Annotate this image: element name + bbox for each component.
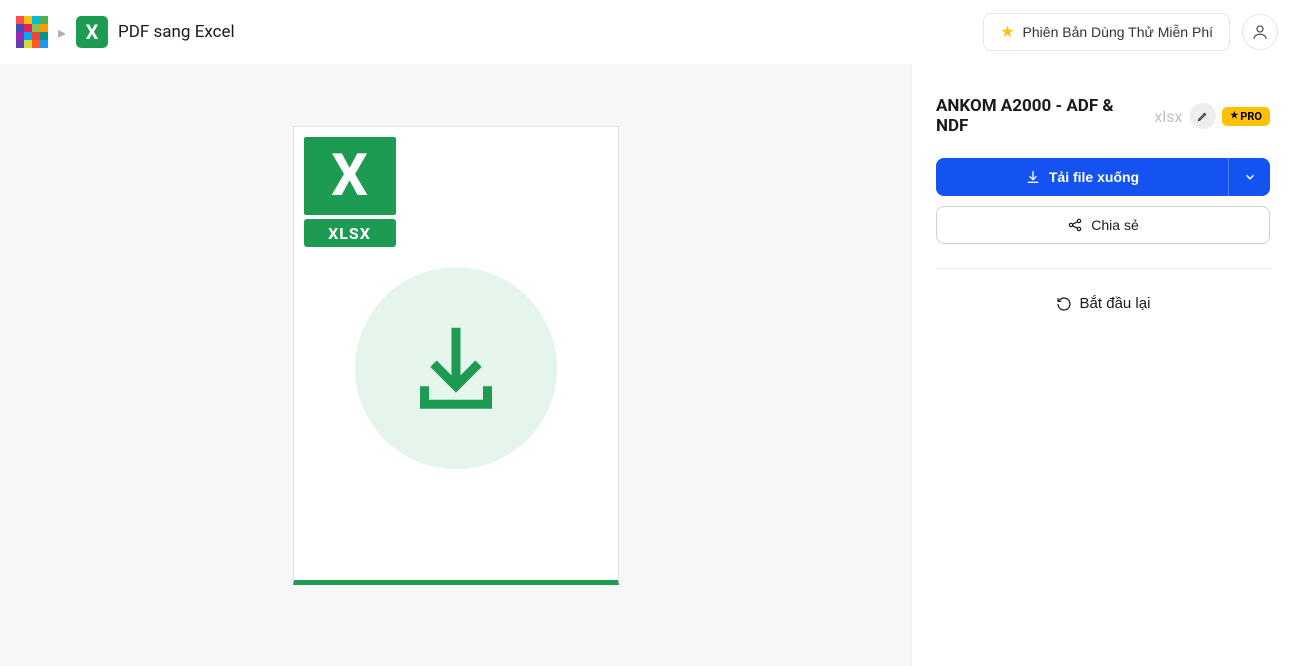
restart-label: Bắt đầu lại: [1080, 295, 1151, 312]
file-preview-card: X XLSX: [293, 126, 619, 585]
pencil-icon: [1197, 110, 1209, 122]
restart-icon: [1056, 296, 1072, 312]
chevron-down-icon: [1243, 170, 1257, 184]
download-button-group: Tải file xuống: [936, 158, 1270, 196]
trial-button[interactable]: ★ Phiên Bản Dùng Thử Miễn Phí: [983, 13, 1230, 51]
trial-label: Phiên Bản Dùng Thử Miễn Phí: [1023, 24, 1213, 40]
excel-large-icon: X: [304, 137, 396, 215]
header-right: ★ Phiên Bản Dùng Thử Miễn Phí: [983, 13, 1278, 51]
download-preview-button[interactable]: [355, 268, 557, 470]
preview-area: X XLSX: [0, 64, 912, 666]
excel-icon-letter: X: [86, 20, 99, 44]
download-large-icon: [402, 315, 510, 423]
file-name: ANKOM A2000 - ADF & NDF: [936, 96, 1148, 136]
divider: [936, 268, 1270, 269]
page-title: PDF sang Excel: [118, 22, 235, 42]
main: X XLSX ANKOM A2000 - ADF & NDF xlsx PRO: [0, 64, 1294, 666]
download-dropdown-button[interactable]: [1228, 158, 1270, 196]
download-label: Tải file xuống: [1049, 169, 1139, 185]
pro-label: PRO: [1240, 110, 1262, 123]
excel-icon: X: [76, 16, 108, 48]
header: ▸ X PDF sang Excel ★ Phiên Bản Dùng Thử …: [0, 0, 1294, 64]
header-left: ▸ X PDF sang Excel: [16, 16, 235, 48]
user-icon: [1251, 23, 1269, 41]
app-logo[interactable]: [16, 16, 48, 48]
sidebar: ANKOM A2000 - ADF & NDF xlsx PRO Tải fil…: [912, 64, 1294, 666]
rename-button[interactable]: [1190, 103, 1216, 129]
share-icon: [1067, 217, 1083, 233]
star-icon: ★: [1000, 22, 1014, 42]
excel-large-letter: X: [331, 142, 368, 210]
share-label: Chia sẻ: [1091, 217, 1138, 233]
chevron-right-icon: ▸: [58, 23, 66, 42]
format-badge: XLSX: [304, 219, 396, 247]
download-icon: [1025, 169, 1041, 185]
restart-button[interactable]: Bắt đầu lại: [936, 295, 1270, 312]
format-badge-label: XLSX: [328, 224, 371, 243]
pro-badge: PRO: [1222, 107, 1270, 126]
file-extension: xlsx: [1154, 107, 1182, 126]
download-button[interactable]: Tải file xuống: [936, 158, 1228, 196]
file-row: ANKOM A2000 - ADF & NDF xlsx PRO: [936, 96, 1270, 136]
share-button[interactable]: Chia sẻ: [936, 206, 1270, 244]
user-avatar-button[interactable]: [1242, 14, 1278, 50]
